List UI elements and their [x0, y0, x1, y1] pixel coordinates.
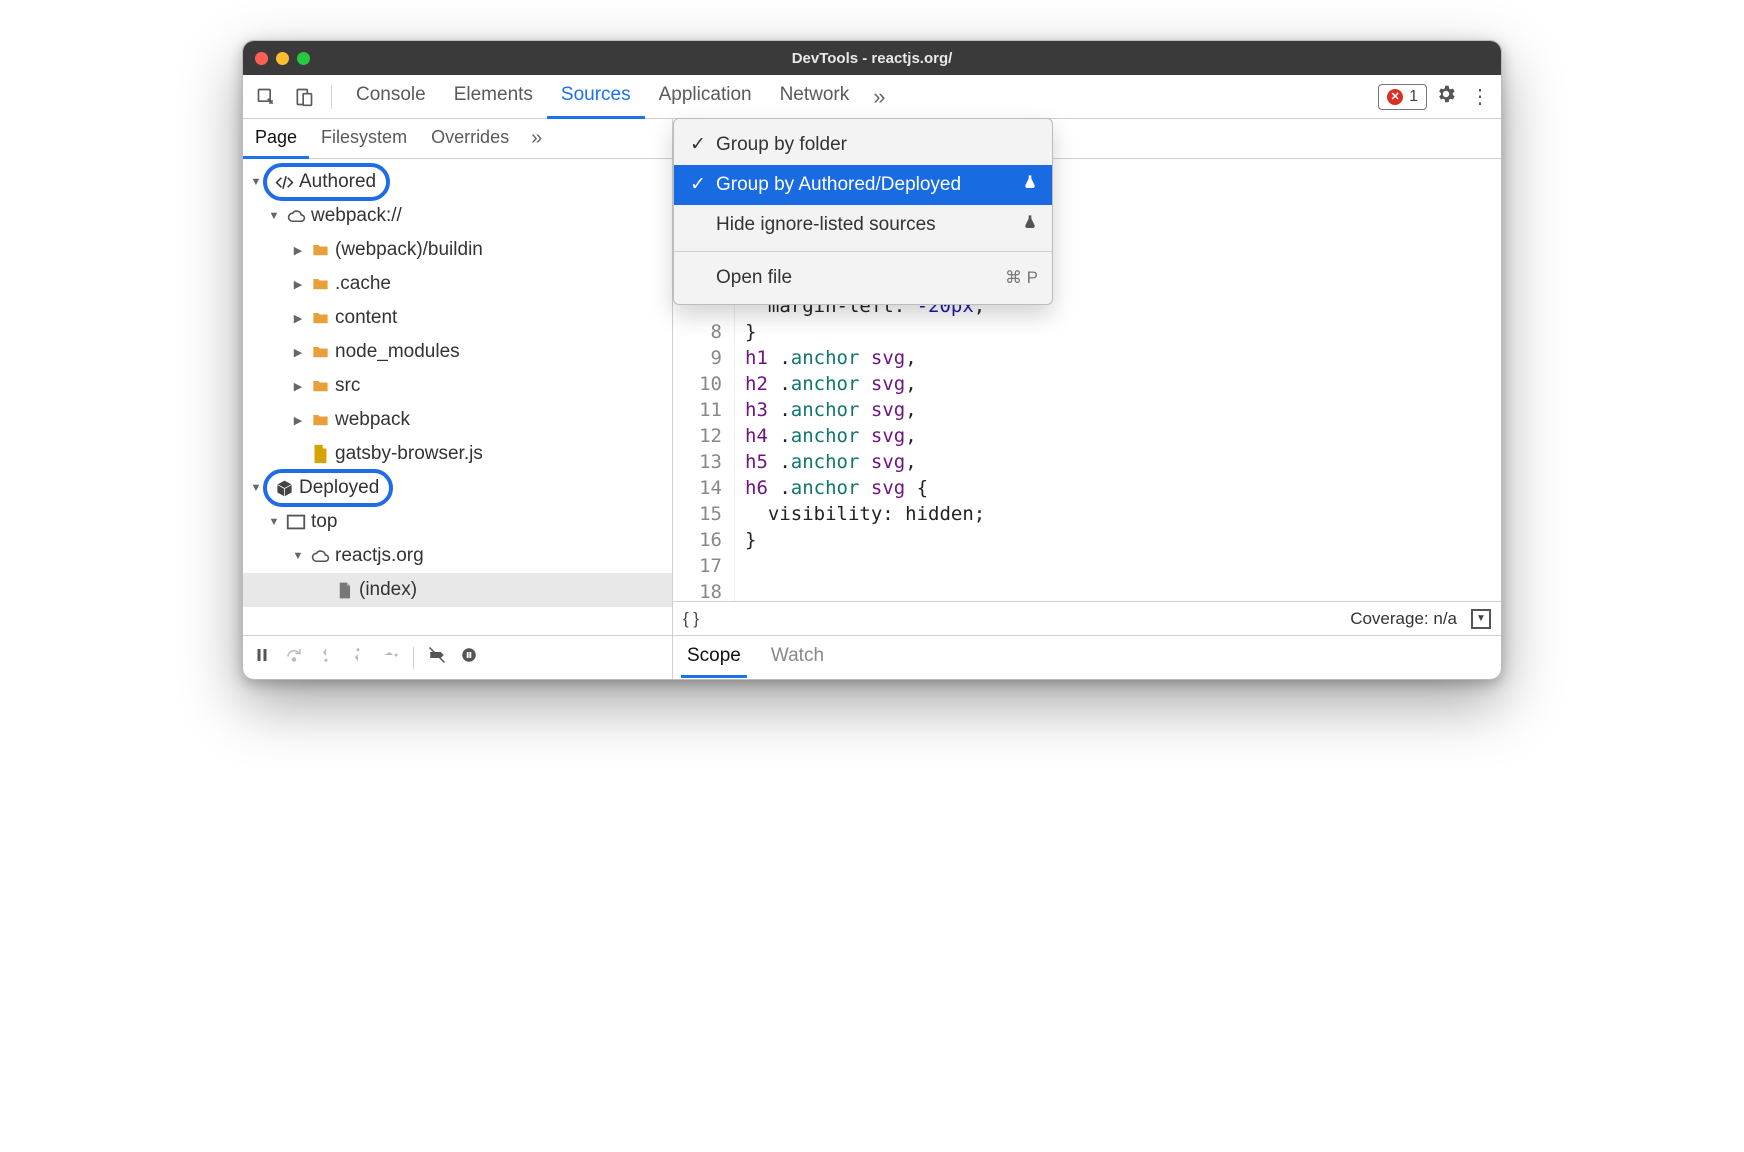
main-toolbar: Console Elements Sources Application Net… [243, 75, 1501, 119]
tree-folder[interactable]: (webpack)/buildin [243, 233, 672, 267]
sources-subbar: Page Filesystem Overrides » ◀ (index) ✕ … [243, 119, 1501, 159]
dock-icon[interactable]: ▼ [1471, 609, 1491, 629]
pretty-print-icon[interactable]: { } [683, 609, 699, 629]
titlebar: DevTools - reactjs.org/ [243, 41, 1501, 75]
menu-open-file[interactable]: Open file ⌘ P [674, 258, 1052, 298]
tab-console[interactable]: Console [342, 74, 440, 119]
settings-icon[interactable] [1431, 83, 1461, 111]
tree-folder[interactable]: webpack [243, 403, 672, 437]
coverage-label: Coverage: n/a [1350, 609, 1457, 629]
editor-statusbar: { } Coverage: n/a ▼ [673, 601, 1501, 635]
folder-icon [309, 275, 331, 294]
tab-application[interactable]: Application [645, 74, 766, 119]
navigator-tabs: Page Filesystem Overrides » [243, 119, 673, 158]
tab-watch[interactable]: Watch [765, 637, 830, 678]
tab-sources[interactable]: Sources [547, 74, 645, 119]
flask-icon [1022, 174, 1038, 196]
tree-webpack[interactable]: webpack:// [243, 199, 672, 233]
tree-folder[interactable]: node_modules [243, 335, 672, 369]
check-icon: ✓ [688, 133, 708, 156]
error-icon: ✕ [1387, 89, 1403, 105]
menu-group-by-authored-deployed[interactable]: ✓ Group by Authored/Deployed [674, 165, 1052, 205]
pause-icon[interactable] [253, 646, 271, 669]
tree-file-js[interactable]: gatsby-browser.js [243, 437, 672, 471]
step-icon[interactable] [381, 646, 399, 669]
error-count: 1 [1409, 88, 1418, 106]
debugger-toolbar [243, 635, 672, 679]
error-count-badge[interactable]: ✕ 1 [1378, 84, 1427, 110]
tab-scope[interactable]: Scope [681, 637, 747, 678]
debugger-panel-tabs: Scope Watch [673, 635, 1501, 679]
cloud-icon [285, 207, 307, 226]
menu-separator [674, 251, 1052, 252]
separator [331, 85, 332, 109]
tree-folder[interactable]: .cache [243, 267, 672, 301]
navigator-tab-overrides[interactable]: Overrides [419, 119, 521, 159]
folder-icon [309, 343, 331, 362]
panel-tabs: Console Elements Sources Application Net… [342, 74, 1374, 119]
window-title: DevTools - reactjs.org/ [243, 50, 1501, 67]
tree-authored-group[interactable]: Authored [243, 165, 672, 199]
folder-icon [309, 377, 331, 396]
sources-options-menu: ✓ Group by folder ✓ Group by Authored/De… [673, 118, 1053, 305]
step-over-icon[interactable] [285, 646, 303, 669]
step-out-icon[interactable] [349, 646, 367, 669]
pause-on-exceptions-icon[interactable] [460, 646, 478, 669]
menu-hide-ignore-listed[interactable]: Hide ignore-listed sources [674, 205, 1052, 245]
shortcut-label: ⌘ P [1005, 268, 1038, 288]
tree-folder[interactable]: content [243, 301, 672, 335]
device-toggle-icon[interactable] [287, 80, 321, 114]
check-icon: ✓ [688, 173, 708, 196]
folder-icon [309, 309, 331, 328]
deployed-icon [273, 479, 295, 498]
more-options-icon[interactable]: ⋮ [1465, 84, 1495, 109]
frame-icon [285, 511, 307, 533]
deactivate-breakpoints-icon[interactable] [428, 646, 446, 669]
tree-index-file[interactable]: (index) [243, 573, 672, 607]
code-icon [273, 173, 295, 192]
tab-elements[interactable]: Elements [440, 74, 547, 119]
flask-icon [1022, 214, 1038, 236]
devtools-window: DevTools - reactjs.org/ Console Elements… [242, 40, 1502, 680]
tree-top-frame[interactable]: top [243, 505, 672, 539]
inspect-icon[interactable] [249, 80, 283, 114]
step-into-icon[interactable] [317, 646, 335, 669]
folder-icon [309, 241, 331, 260]
menu-group-by-folder[interactable]: ✓ Group by folder [674, 125, 1052, 165]
navigator-more-icon[interactable]: » [521, 123, 552, 154]
tree-domain[interactable]: reactjs.org [243, 539, 672, 573]
navigator-panel: Authored webpack:// (webpack)/buildin .c… [243, 159, 673, 679]
js-file-icon [309, 443, 331, 465]
navigator-tab-filesystem[interactable]: Filesystem [309, 119, 419, 159]
cloud-icon [309, 547, 331, 566]
file-tree[interactable]: Authored webpack:// (webpack)/buildin .c… [243, 159, 672, 635]
tab-network[interactable]: Network [766, 74, 864, 119]
tree-folder[interactable]: src [243, 369, 672, 403]
navigator-tab-page[interactable]: Page [243, 119, 309, 159]
document-icon [333, 581, 355, 600]
tree-deployed-group[interactable]: Deployed [243, 471, 672, 505]
folder-icon [309, 411, 331, 430]
more-tabs-icon[interactable]: » [863, 80, 895, 114]
